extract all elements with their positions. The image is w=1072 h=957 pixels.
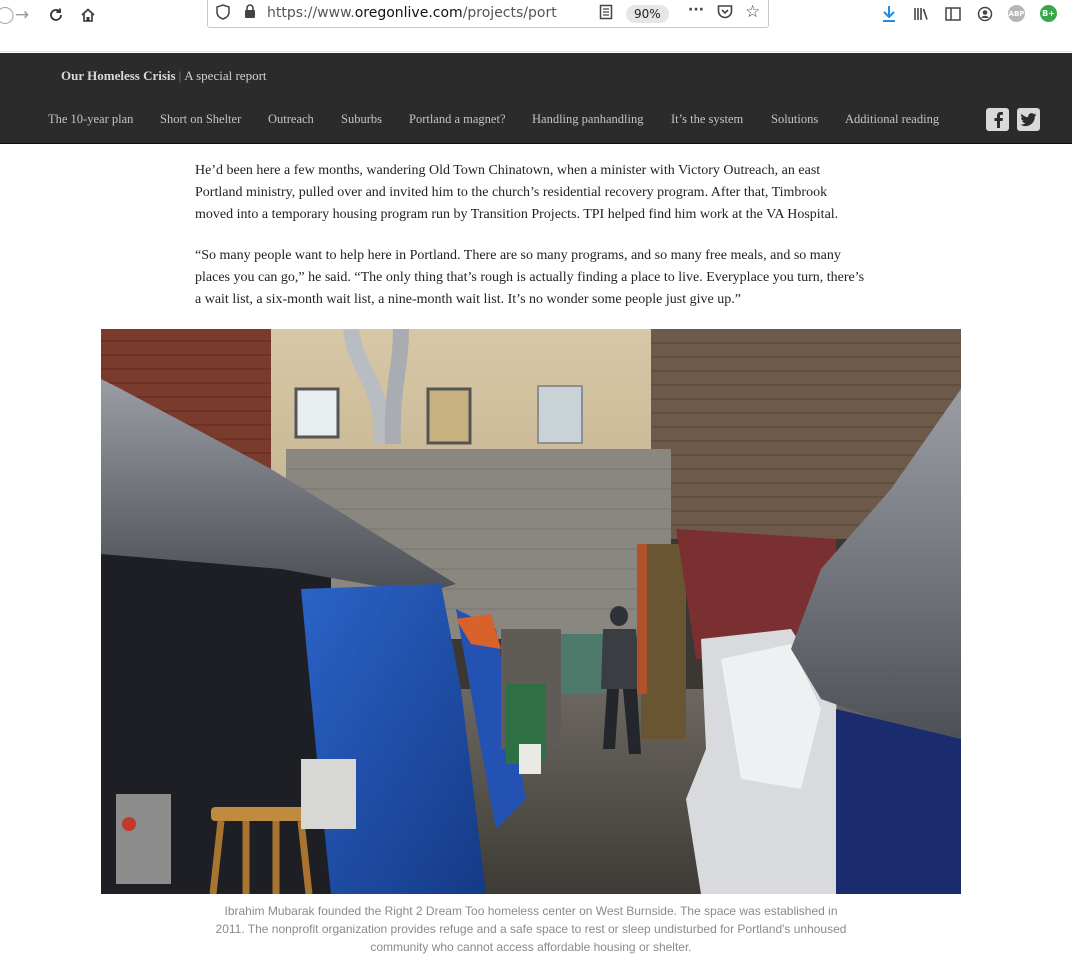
pocket-icon[interactable] bbox=[717, 4, 733, 23]
nav-link-10-year-plan[interactable]: The 10-year plan bbox=[48, 112, 133, 127]
nav-link-suburbs[interactable]: Suburbs bbox=[341, 112, 382, 127]
browser-toolbar: ◯ → https://www.oregonlive.com/projects/… bbox=[0, 0, 1072, 52]
site-title-bold: Our Homeless Crisis bbox=[61, 68, 176, 83]
article-photo bbox=[101, 329, 961, 894]
zoom-level[interactable]: 90% bbox=[626, 5, 669, 23]
library-icon[interactable] bbox=[912, 4, 932, 24]
home-icon[interactable] bbox=[77, 4, 99, 26]
url-bar[interactable]: https://www.oregonlive.com/projects/port… bbox=[207, 0, 769, 28]
nav-link-solutions[interactable]: Solutions bbox=[771, 112, 818, 127]
nav-link-its-the-system[interactable]: It’s the system bbox=[671, 112, 743, 127]
more-actions-icon[interactable]: ··· bbox=[688, 2, 704, 18]
nav-link-handling-panhandling[interactable]: Handling panhandling bbox=[532, 112, 643, 127]
nav-link-outreach[interactable]: Outreach bbox=[268, 112, 314, 127]
lock-icon[interactable] bbox=[244, 4, 256, 23]
reader-view-icon[interactable] bbox=[599, 4, 613, 24]
adblock-icon[interactable]: ABP bbox=[1008, 5, 1025, 22]
sidebar-icon[interactable] bbox=[943, 4, 963, 24]
account-icon[interactable] bbox=[975, 4, 995, 24]
download-icon[interactable] bbox=[879, 4, 899, 24]
article-paragraph: He’d been here a few months, wandering O… bbox=[195, 163, 839, 222]
url-text[interactable]: https://www.oregonlive.com/projects/port… bbox=[267, 5, 557, 21]
twitter-icon[interactable] bbox=[1017, 108, 1040, 131]
extension-icon[interactable]: B+ bbox=[1040, 5, 1057, 22]
article-body: He’d been here a few months, wandering O… bbox=[195, 160, 865, 330]
nav-link-portland-magnet[interactable]: Portland a magnet? bbox=[409, 112, 506, 127]
title-separator: | bbox=[178, 68, 182, 83]
article-paragraph: “So many people want to help here in Por… bbox=[195, 248, 865, 307]
photo-caption: Ibrahim Mubarak founded the Right 2 Drea… bbox=[215, 904, 847, 954]
nav-link-short-on-shelter[interactable]: Short on Shelter bbox=[160, 112, 241, 127]
site-title[interactable]: Our Homeless Crisis | A special report bbox=[61, 68, 267, 84]
bookmark-star-icon[interactable]: ☆ bbox=[745, 2, 760, 22]
site-header: Our Homeless Crisis | A special report The… bbox=[0, 53, 1072, 144]
facebook-icon[interactable] bbox=[986, 108, 1009, 131]
nav-link-additional-reading[interactable]: Additional reading bbox=[845, 112, 939, 127]
site-subtitle: A special report bbox=[184, 68, 267, 83]
shield-icon[interactable] bbox=[216, 4, 230, 24]
forward-icon[interactable]: → bbox=[11, 4, 33, 26]
alley-tents-illustration bbox=[101, 329, 961, 894]
reload-icon[interactable] bbox=[45, 4, 67, 26]
